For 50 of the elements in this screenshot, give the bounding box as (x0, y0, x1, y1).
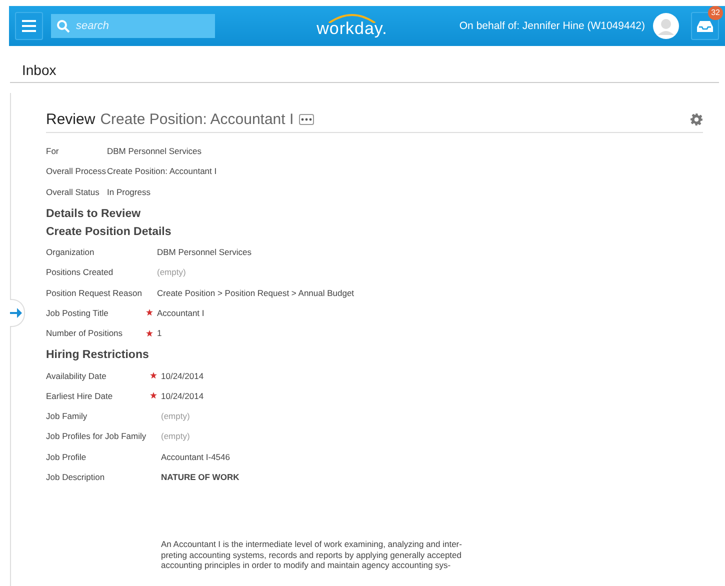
menu-button[interactable] (15, 12, 43, 40)
search-icon (57, 20, 70, 33)
field-value: DBM Personnel Services (157, 247, 252, 258)
field-label: Overall Status (46, 186, 100, 197)
notification-badge: 32 (708, 6, 723, 20)
section-heading: Hiring Restrictions (46, 349, 150, 362)
field-label: Overall Process (46, 166, 107, 176)
settings-icon[interactable] (690, 113, 703, 126)
on-behalf-text: On behalf of: Jennifer Hine (W1049442) (459, 20, 645, 32)
search-field[interactable]: search (51, 14, 215, 38)
description-text: An Accountant I is the intermediate level of work examining, analyzing and inter- preting accounting systems, records and reports by applying generally accepted accounting principles in order to modify and maintain agency accounting sys- (161, 539, 463, 571)
field-label: Job Family (46, 411, 88, 422)
field-value: Accountant I (157, 308, 204, 318)
field-value: 10/24/2014 (161, 370, 204, 381)
field-value: In Progress (107, 186, 150, 197)
field-label: Number of Positions (46, 328, 124, 338)
field-label: Earliest Hire Date (46, 390, 114, 401)
description-heading: NATURE OF WORK (161, 472, 240, 482)
review-title: Create Position: Accountant I (100, 111, 294, 128)
arrow-right-icon (10, 307, 22, 319)
page-title: Inbox (10, 46, 719, 83)
field-label: For (46, 146, 60, 156)
field-label: Job Description (46, 472, 106, 482)
field-value: Accountant I-4546 (161, 452, 230, 462)
field-value: (empty) (157, 267, 186, 278)
field-value: DBM Personnel Services (107, 146, 202, 156)
more-button[interactable] (298, 114, 314, 125)
avatar-icon[interactable] (653, 13, 679, 39)
field-label: Positions Created (46, 267, 114, 278)
field-value: Create Position: Accountant I (107, 166, 217, 176)
field-label: Position Request Reason (46, 288, 143, 298)
ellipsis-icon (300, 118, 312, 121)
field-value: (empty) (161, 431, 190, 442)
section-heading: Create Position Details (46, 226, 172, 238)
field-value: 1 (157, 328, 162, 338)
field-label: Job Posting Title (46, 308, 110, 318)
logo-arc-icon (327, 13, 377, 23)
field-label: Availability Date (46, 370, 108, 381)
field-value: Create Position > Position Request > Annual Budget (157, 288, 354, 298)
field-value: (empty) (161, 411, 190, 422)
inbox-tray-icon (697, 20, 713, 32)
menu-icon (22, 20, 36, 32)
section-heading: Details to Review (46, 208, 142, 220)
logo: workday. (316, 19, 388, 39)
field-label: Job Profile (46, 452, 88, 462)
field-label: Organization (46, 247, 96, 258)
field-label: Job Profiles for Job Family (46, 431, 148, 442)
panel-toggle[interactable] (10, 299, 25, 327)
field-value: 10/24/2014 (161, 390, 204, 401)
review-label: Review (46, 111, 96, 128)
